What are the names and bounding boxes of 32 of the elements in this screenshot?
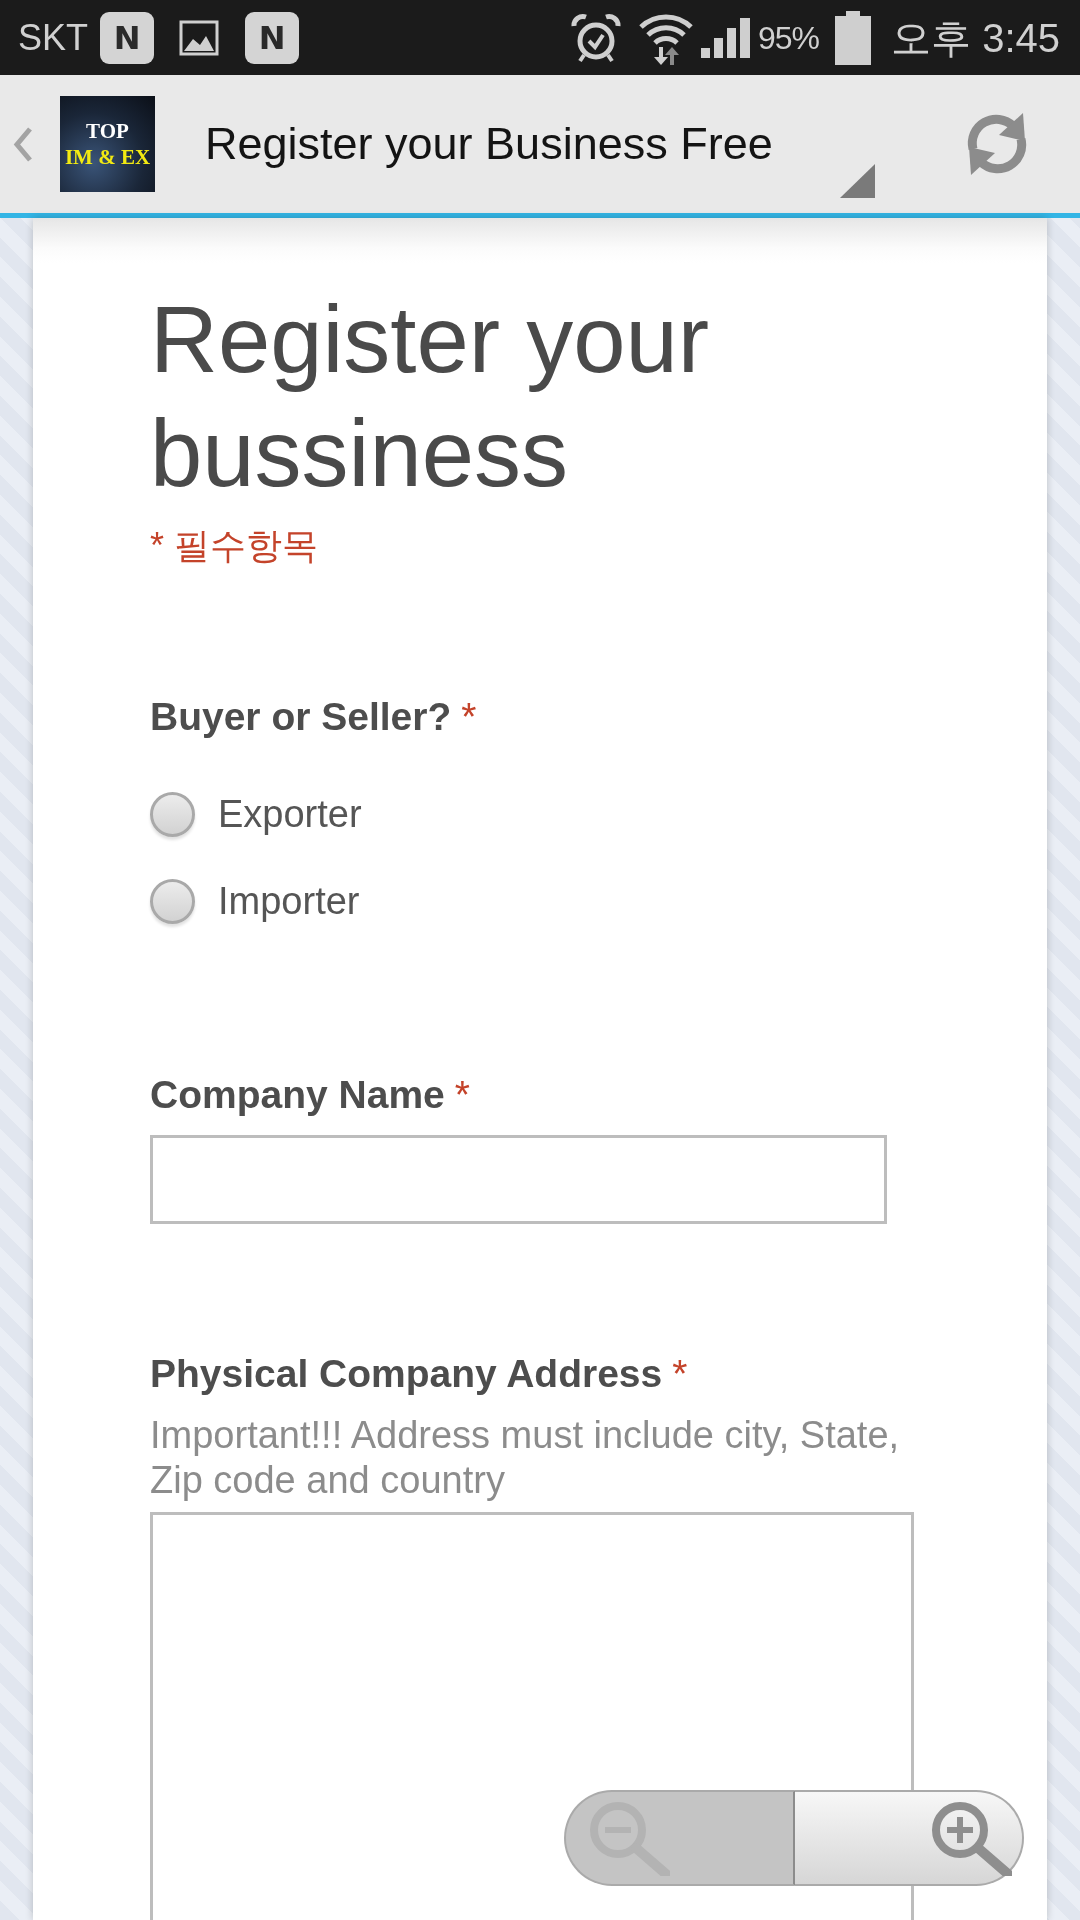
required-asterisk: *: [461, 694, 477, 740]
textarea-field[interactable]: [150, 1512, 914, 1920]
required-note: * 필수항목: [150, 524, 319, 567]
battery-icon: [835, 10, 872, 65]
zoom-out-icon: [588, 1800, 670, 1876]
required-asterisk: *: [454, 1072, 470, 1118]
zoom-in-icon: [930, 1800, 1012, 1876]
question-label: Physical Company Address: [150, 1351, 663, 1397]
option-label[interactable]: Exporter: [218, 791, 362, 838]
required-asterisk: *: [672, 1351, 688, 1397]
radio-button[interactable]: [150, 792, 195, 837]
zoom-in-button[interactable]: [795, 1790, 1024, 1886]
question-label: Buyer or Seller?: [150, 694, 452, 740]
picture-icon: [179, 19, 219, 56]
alarm-clock-icon: [570, 12, 622, 63]
carrier-name: SKT: [18, 19, 88, 56]
signal-bars-icon: [701, 17, 750, 58]
corner-triangle-icon: [840, 164, 875, 198]
clock-time: 오후 3:45: [891, 17, 1060, 58]
logo-text: TOP: [86, 118, 129, 144]
text-input-field[interactable]: [150, 1135, 887, 1224]
help-text: Important!!! Address must include city, State, Zip code and country: [150, 1413, 901, 1503]
logo-text: IM & EX: [64, 144, 151, 170]
letter-tile-icon: N: [100, 11, 154, 64]
back-chevron-icon[interactable]: [12, 126, 33, 162]
radio-button[interactable]: [150, 879, 195, 924]
letter-tile-icon: N: [245, 11, 299, 64]
app-bar-title: Register your Business Free: [205, 117, 773, 171]
question-label: Company Name: [150, 1072, 445, 1118]
form-title: Register your bussiness: [150, 286, 710, 508]
battery-percentage: 95%: [758, 21, 820, 54]
option-label[interactable]: Importer: [218, 878, 360, 925]
